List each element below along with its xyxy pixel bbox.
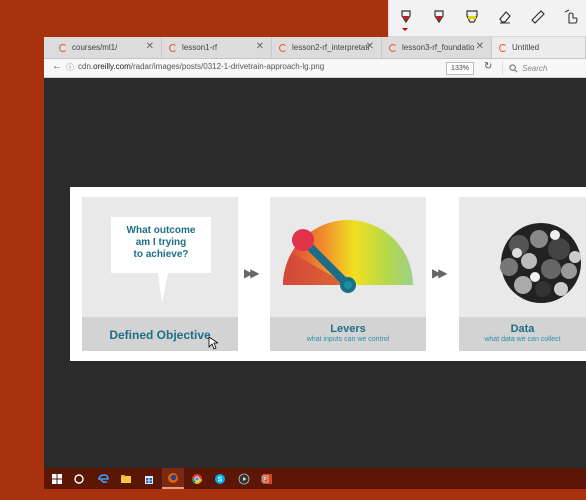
media-player-icon: [238, 473, 250, 484]
tab-title: Untitled: [512, 43, 540, 52]
reload-icon[interactable]: ↻: [484, 61, 492, 72]
jupyter-favicon-icon: [279, 43, 287, 52]
windows-start-icon: [52, 473, 62, 484]
levers-card: Levers what inputs can we control: [270, 197, 426, 351]
defined-objective-card: What outcome am I trying to achieve? Def…: [82, 197, 238, 351]
taskbar: S P: [44, 468, 586, 489]
info-icon[interactable]: ⓘ: [66, 62, 74, 73]
selected-caret: [402, 28, 408, 31]
url-prefix: cdn.: [78, 62, 94, 71]
store-button[interactable]: [138, 468, 160, 489]
tab-title: lesson2-rf_interpretati: [292, 43, 370, 52]
pencil-icon: [433, 10, 444, 24]
zoom-level-badge[interactable]: 133%: [446, 62, 474, 75]
touch-writing-tool[interactable]: [554, 0, 586, 34]
address-bar[interactable]: cdn.oreilly.com/radar/images/posts/0312-…: [78, 62, 324, 71]
media-player-button[interactable]: [233, 468, 255, 489]
edge-taskbar-button[interactable]: [92, 468, 114, 489]
close-tab-icon[interactable]: ✕: [476, 41, 484, 52]
close-tab-icon[interactable]: ✕: [366, 41, 374, 52]
chrome-icon: [192, 473, 202, 484]
jupyter-favicon-icon: [499, 43, 507, 52]
close-tab-icon[interactable]: ✕: [256, 41, 264, 52]
speech-bubble-text: What outcome am I trying to achieve?: [111, 225, 211, 261]
close-tab-icon[interactable]: ✕: [146, 41, 154, 52]
card-label-bar: Levers what inputs can we control: [270, 317, 426, 351]
firefox-icon: [168, 472, 178, 483]
data-card: Data what data we can collect: [459, 197, 586, 351]
search-icon: [509, 63, 518, 72]
svg-text:S: S: [218, 476, 223, 483]
mouse-cursor-icon: [208, 336, 218, 350]
file-explorer-icon: [121, 474, 131, 483]
bubble-line: What outcome: [126, 225, 196, 236]
flow-arrow-icon: ▶▶: [244, 266, 260, 280]
powerpoint-icon: P: [261, 473, 272, 484]
search-input[interactable]: Search: [502, 61, 586, 75]
touch-writing-icon: [564, 9, 578, 24]
firefox-taskbar-button[interactable]: [162, 468, 184, 489]
url-path: /radar/images/posts/0312-1-drivetrain-ap…: [130, 62, 325, 71]
card-label-bar: Data what data we can collect: [459, 317, 586, 351]
card-title: Levers: [330, 323, 366, 335]
tab-title: lesson3-rf_foundation: [402, 43, 474, 52]
ink-toolbar: [388, 0, 586, 37]
data-cloud-icon: [500, 223, 581, 303]
card-title: Data: [510, 323, 535, 335]
windows-start-button[interactable]: [46, 468, 68, 489]
cortana-button[interactable]: [68, 468, 90, 489]
store-icon: [145, 475, 153, 484]
bubble-line: to achieve?: [133, 249, 189, 260]
browser-window: courses/ml1/ ✕ lesson1-rf ✕ lesson2-rf_i…: [44, 37, 586, 469]
file-explorer-button[interactable]: [115, 468, 137, 489]
jupyter-favicon-icon: [169, 43, 177, 52]
highlighter-icon: [465, 10, 478, 23]
eraser-tool[interactable]: [488, 0, 521, 34]
back-arrow-icon[interactable]: ←: [52, 61, 62, 72]
flow-arrow-icon: ▶▶: [432, 266, 448, 280]
card-subtitle: what data we can collect: [484, 336, 561, 343]
eraser-icon: [498, 11, 511, 24]
tab-lesson1[interactable]: lesson1-rf ✕: [162, 37, 272, 58]
pencil-tool[interactable]: [422, 0, 455, 34]
tab-title: courses/ml1/: [72, 43, 118, 52]
jupyter-favicon-icon: [59, 43, 67, 52]
gauge-icon: [283, 220, 413, 293]
skype-icon: S: [215, 473, 225, 484]
ballpoint-pen-tool[interactable]: [389, 0, 422, 34]
tab-title: lesson1-rf: [182, 43, 218, 52]
ballpoint-pen-icon: [400, 10, 411, 24]
tab-lesson2[interactable]: lesson2-rf_interpretati ✕: [272, 37, 382, 58]
tab-courses[interactable]: courses/ml1/ ✕: [52, 37, 162, 58]
tab-strip: courses/ml1/ ✕ lesson1-rf ✕ lesson2-rf_i…: [44, 37, 586, 59]
highlighter-tool[interactable]: [455, 0, 488, 34]
cortana-search-icon: [74, 473, 84, 484]
jupyter-favicon-icon: [389, 43, 397, 52]
drivetrain-approach-image: What outcome am I trying to achieve? Def…: [70, 187, 586, 361]
url-host: oreilly.com: [93, 62, 131, 71]
search-placeholder: Search: [522, 63, 548, 73]
edge-browser-icon: [98, 473, 109, 483]
bubble-line: am I trying: [135, 237, 187, 248]
tab-untitled[interactable]: Untitled: [492, 37, 586, 58]
skype-taskbar-button[interactable]: S: [209, 468, 231, 489]
ruler-tool[interactable]: [521, 0, 554, 34]
navigation-bar: ← ⓘ cdn.oreilly.com/radar/images/posts/0…: [44, 59, 586, 78]
chrome-taskbar-button[interactable]: [186, 468, 208, 489]
card-subtitle: what inputs can we control: [306, 336, 390, 343]
ruler-icon: [530, 10, 545, 24]
powerpoint-taskbar-button[interactable]: P: [256, 468, 278, 489]
tab-lesson3[interactable]: lesson3-rf_foundation ✕: [382, 37, 492, 58]
